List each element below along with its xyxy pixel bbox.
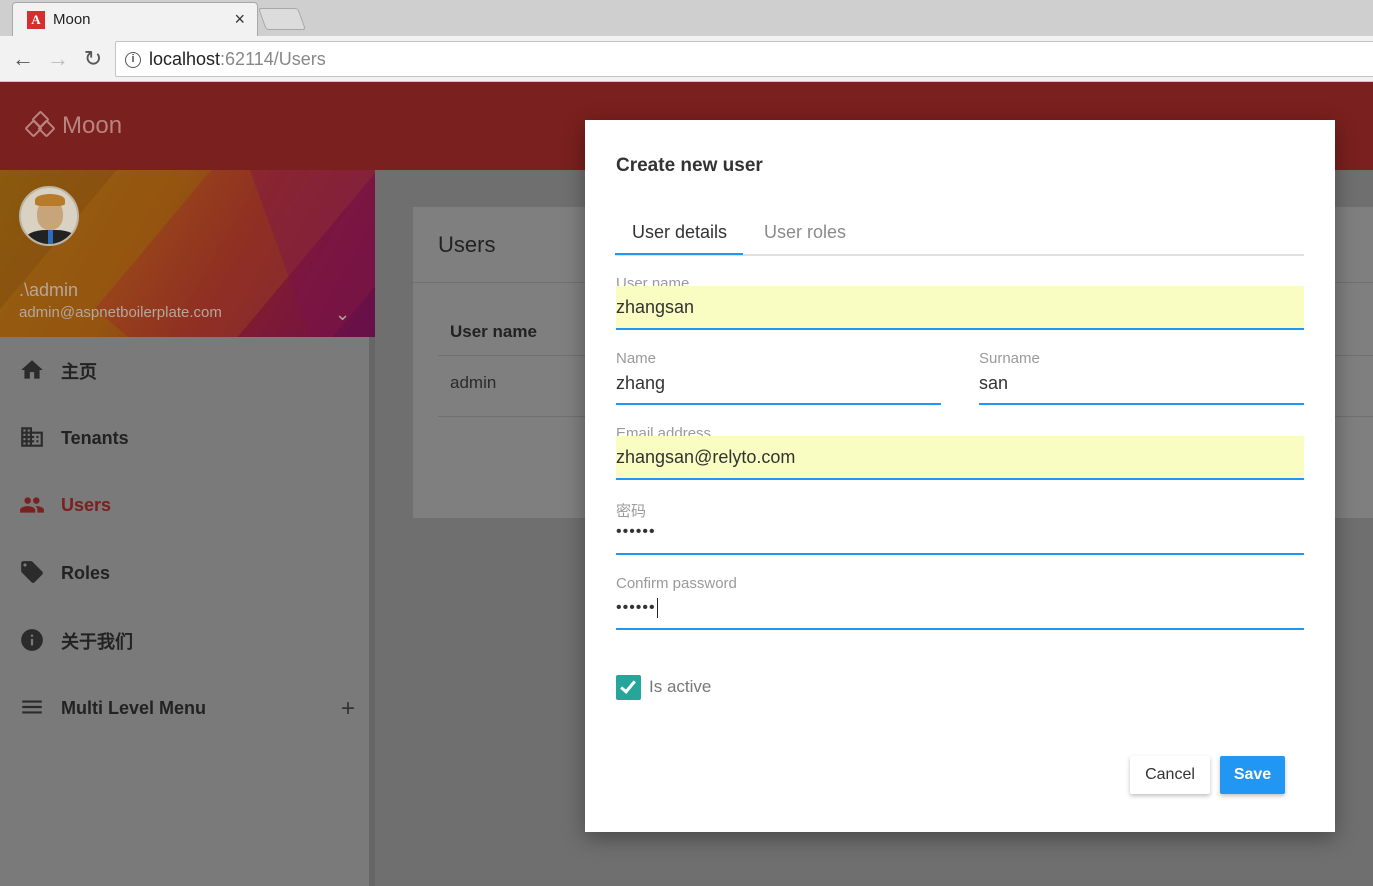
sidebar-item-users[interactable]: Users <box>0 472 371 540</box>
sidebar-item-label: 关于我们 <box>61 631 133 652</box>
username-field-group: User name zhangsan <box>616 275 1304 330</box>
confirm-password-field-group: Confirm password •••••• <box>616 575 1304 630</box>
is-active-checkbox[interactable] <box>616 675 641 700</box>
sidebar-item-about[interactable]: 关于我们 <box>0 607 371 675</box>
cubes-icon <box>24 110 56 139</box>
is-active-label[interactable]: Is active <box>649 677 711 697</box>
avatar <box>19 186 79 246</box>
tab-user-roles[interactable]: User roles <box>764 222 846 243</box>
sidebar-item-home[interactable]: 主页 <box>0 337 371 405</box>
email-input[interactable]: zhangsan@relyto.com <box>616 436 1304 480</box>
angular-favicon-icon: A <box>27 11 45 29</box>
email-field-group: Email address zhangsan@relyto.com <box>616 425 1304 480</box>
brand[interactable]: Moon <box>24 110 123 140</box>
confirm-password-input[interactable]: •••••• <box>616 588 1304 630</box>
text-caret <box>656 598 658 618</box>
password-field-group: 密码 •••••• <box>616 500 1304 555</box>
tab-close-icon[interactable]: × <box>234 9 245 30</box>
expand-plus-icon[interactable]: + <box>341 695 355 723</box>
user-profile-panel: .\admin admin@aspnetboilerplate.com ⌄ <box>0 170 375 337</box>
address-bar[interactable]: i localhost:62114/Users <box>115 41 1373 77</box>
table-header-username: User name <box>450 322 537 341</box>
surname-input[interactable]: san <box>979 363 1304 405</box>
browser-toolbar: ← → ↻ i localhost:62114/Users <box>0 36 1373 82</box>
sidebar: .\admin admin@aspnetboilerplate.com ⌄ 主页… <box>0 170 375 886</box>
surname-field-group: Surname san <box>979 350 1304 405</box>
active-tab-indicator <box>615 253 743 255</box>
url-text: localhost:62114/Users <box>149 49 326 70</box>
home-icon <box>18 357 46 385</box>
table-cell-username: admin <box>450 373 497 392</box>
tag-icon <box>18 559 46 587</box>
tab-user-details[interactable]: User details <box>632 222 727 243</box>
url-host: localhost <box>149 49 221 69</box>
brand-name: Moon <box>62 112 123 139</box>
url-path: :62114/Users <box>220 49 326 69</box>
sidebar-item-roles[interactable]: Roles <box>0 540 371 608</box>
profile-name: .\admin <box>19 280 79 300</box>
browser-tabbar: A Moon × <box>0 0 1373 36</box>
dialog-title: Create new user <box>616 155 763 176</box>
cancel-button[interactable]: Cancel <box>1130 756 1210 794</box>
sidebar-item-label: Tenants <box>61 427 129 448</box>
create-user-dialog: Create new user User details User roles … <box>585 120 1335 832</box>
page-title: Users <box>438 232 496 257</box>
people-icon <box>18 492 46 520</box>
site-info-icon[interactable]: i <box>125 52 141 68</box>
back-arrow-icon[interactable]: ← <box>10 46 36 72</box>
sidebar-item-label: 主页 <box>61 361 97 382</box>
sidebar-item-tenants[interactable]: Tenants <box>0 405 371 473</box>
confirm-password-value: •••••• <box>616 599 656 617</box>
sidebar-item-label: Users <box>61 495 112 516</box>
checkmark-icon <box>620 677 636 694</box>
forward-arrow-icon[interactable]: → <box>45 46 71 72</box>
password-input[interactable]: •••••• <box>616 513 1304 555</box>
name-input[interactable]: zhang <box>616 363 941 405</box>
sidebar-item-label: Roles <box>61 562 111 583</box>
chevron-down-icon[interactable]: ⌄ <box>335 304 350 325</box>
browser-tab[interactable]: A Moon × <box>12 2 258 36</box>
menu-icon <box>18 694 46 722</box>
reload-icon[interactable]: ↻ <box>80 46 106 72</box>
tab-title: Moon <box>53 11 91 28</box>
sidebar-item-label: Multi Level Menu <box>61 697 207 718</box>
sidebar-item-multi-level-menu[interactable]: Multi Level Menu + <box>0 675 371 743</box>
business-icon <box>18 424 46 452</box>
name-field-group: Name zhang <box>616 350 941 405</box>
profile-email: admin@aspnetboilerplate.com <box>19 304 222 321</box>
info-icon <box>18 627 46 655</box>
dialog-tabs: User details User roles <box>615 216 1304 256</box>
new-tab-button[interactable] <box>257 8 307 30</box>
sidebar-menu: 主页 Tenants Users Roles 关于我们 Multi Level … <box>0 337 371 742</box>
save-button[interactable]: Save <box>1220 756 1285 794</box>
username-input[interactable]: zhangsan <box>616 286 1304 330</box>
